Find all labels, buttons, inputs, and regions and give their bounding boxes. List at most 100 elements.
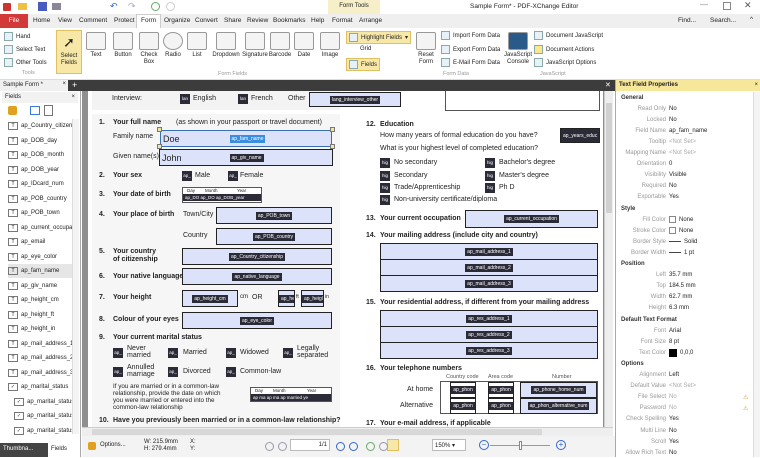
- widowed-checkbox[interactable]: ap_: [226, 348, 236, 358]
- never-married-checkbox[interactable]: ap_: [113, 348, 123, 358]
- radio-button[interactable]: Radio: [162, 32, 184, 59]
- tab-organize[interactable]: Organize: [164, 17, 190, 24]
- education-option-checkbox[interactable]: hig: [485, 158, 495, 168]
- property-value[interactable]: None: [679, 228, 693, 234]
- field-list-item[interactable]: Tap_mail_address_2: [8, 351, 73, 365]
- property-value[interactable]: Left: [669, 372, 679, 378]
- english-checkbox[interactable]: lan: [180, 94, 190, 104]
- eye-color-field[interactable]: ap_eye_color: [182, 312, 332, 329]
- field-options-icon[interactable]: [8, 106, 17, 115]
- field-list-item[interactable]: Tap_current_occupation: [8, 221, 73, 235]
- text-field-button[interactable]: Text: [86, 32, 106, 59]
- pob-town-field[interactable]: ap_POB_town: [216, 207, 332, 224]
- property-value[interactable]: No: [669, 405, 677, 411]
- redo-icon[interactable]: ↷: [128, 1, 136, 12]
- field-list-item[interactable]: Tap_height_ft: [8, 308, 73, 322]
- resize-handle[interactable]: [157, 127, 162, 132]
- tab-review[interactable]: Review: [247, 17, 268, 24]
- maximize-button[interactable]: [723, 2, 731, 10]
- native-language-field[interactable]: ap_native_language: [182, 268, 332, 285]
- years-education-field[interactable]: ap_years_educ: [560, 128, 600, 143]
- property-value[interactable]: No: [669, 183, 677, 189]
- tab-comment[interactable]: Comment: [79, 17, 107, 24]
- tab-fields[interactable]: Fields: [48, 443, 80, 457]
- forward-icon[interactable]: [166, 2, 175, 11]
- highlight-fields-button[interactable]: Highlight Fields ▾: [346, 31, 412, 44]
- property-value[interactable]: Yes: [669, 194, 679, 200]
- property-row[interactable]: Tooltip <Not Set>: [616, 136, 752, 147]
- home-country-code-field[interactable]: ap_phon: [450, 382, 476, 398]
- scroll-thumb[interactable]: [606, 103, 612, 213]
- fields-list-scrollbar[interactable]: [72, 119, 79, 434]
- options-button[interactable]: Options...: [100, 442, 126, 448]
- mail-address-3-field[interactable]: ap_mail_address_3: [380, 275, 598, 292]
- page-number-input[interactable]: 1/1: [290, 439, 330, 451]
- email-form-data[interactable]: E-Mail Form Data: [441, 58, 500, 67]
- forward-view-icon[interactable]: [379, 442, 388, 451]
- export-form-data[interactable]: Export Form Data: [441, 45, 500, 54]
- field-list-item[interactable]: Tap_DOB_day: [8, 134, 73, 148]
- property-value[interactable]: 8 pt: [669, 339, 679, 345]
- french-checkbox[interactable]: lan: [238, 94, 248, 104]
- occupation-field[interactable]: ap_current_occupation: [465, 210, 598, 228]
- legally-separated-checkbox[interactable]: ap_: [283, 348, 293, 358]
- close-button[interactable]: ✕: [744, 0, 752, 11]
- property-row[interactable]: Default Value <Not Set>: [616, 381, 752, 392]
- property-value[interactable]: 62.7 mm: [669, 294, 692, 300]
- field-list-item[interactable]: ✓ ap_marital_status: [14, 409, 79, 423]
- zoom-out-icon[interactable]: −: [479, 440, 489, 450]
- import-form-data[interactable]: Import Form Data: [441, 31, 500, 40]
- javascript-console-button[interactable]: JavaScript Console: [503, 32, 533, 65]
- prev-page-icon[interactable]: [278, 442, 287, 451]
- property-row[interactable]: Text Color 0,0,0: [616, 347, 752, 358]
- tab-format[interactable]: Format: [332, 17, 353, 24]
- section-header-default-text-format[interactable]: Default Text Format: [616, 314, 752, 325]
- education-option-checkbox[interactable]: hig: [380, 171, 390, 181]
- property-row[interactable]: Fill Color None: [616, 214, 752, 225]
- property-value[interactable]: 35.7 mm: [669, 272, 692, 278]
- common-law-checkbox[interactable]: ap_: [226, 367, 236, 377]
- resize-handle[interactable]: [330, 127, 335, 132]
- property-row[interactable]: Font Arial: [616, 325, 752, 336]
- property-row[interactable]: Exportable Yes: [616, 192, 752, 203]
- select-text-tool[interactable]: Select Text: [4, 45, 45, 54]
- property-value[interactable]: 0,0,0: [680, 350, 693, 356]
- fields-toggle[interactable]: Fields: [346, 58, 381, 71]
- field-list-item[interactable]: Tap_height_in: [8, 322, 73, 336]
- print-icon[interactable]: [52, 3, 61, 10]
- mail-address-1-field[interactable]: ap_mail_address_1: [380, 243, 598, 260]
- education-option-checkbox[interactable]: hig: [485, 183, 495, 193]
- res-address-2-field[interactable]: ap_res_address_2: [380, 326, 598, 343]
- back-icon[interactable]: [151, 2, 160, 11]
- undo-icon[interactable]: ↶: [110, 1, 118, 12]
- first-page-icon[interactable]: [265, 442, 274, 451]
- property-value[interactable]: Yes: [669, 416, 679, 422]
- alt-area-code-field[interactable]: ap_phon: [488, 398, 514, 414]
- select-fields-button[interactable]: ➚ Select Fields: [56, 30, 82, 74]
- property-row[interactable]: Check Spelling Yes: [616, 414, 752, 425]
- education-option-checkbox[interactable]: hig: [380, 158, 390, 168]
- tab-form[interactable]: Form: [141, 17, 156, 24]
- property-row[interactable]: Field Name ap_fam_name: [616, 125, 752, 136]
- section-header-general[interactable]: General: [616, 92, 752, 103]
- tab-convert[interactable]: Convert: [195, 17, 218, 24]
- property-value[interactable]: 1 pt: [684, 250, 694, 256]
- list-button[interactable]: List: [186, 32, 208, 59]
- property-value[interactable]: <Not Set>: [669, 383, 696, 389]
- field-list-item[interactable]: Tap_height_cm: [8, 293, 73, 307]
- property-value[interactable]: Solid: [684, 239, 697, 245]
- tab-view[interactable]: View: [58, 17, 72, 24]
- home-area-code-field[interactable]: ap_phon: [488, 382, 514, 398]
- property-row[interactable]: Width 62.7 mm: [616, 292, 752, 303]
- back-view-icon[interactable]: [366, 442, 375, 451]
- continuous-view-button[interactable]: [387, 439, 399, 451]
- property-value[interactable]: ap_fam_name: [669, 128, 707, 134]
- citizenship-field[interactable]: ap_Country_citizenship: [182, 248, 332, 265]
- image-button[interactable]: Image: [318, 32, 342, 59]
- field-list-item[interactable]: Tap_giv_name: [8, 279, 73, 293]
- close-panel-icon[interactable]: ×: [754, 82, 758, 88]
- field-list-item[interactable]: Tap_mail_address_3: [8, 366, 73, 380]
- open-icon[interactable]: [18, 3, 27, 10]
- property-row[interactable]: Password No ⚠: [616, 403, 752, 414]
- other-tools[interactable]: Other Tools: [4, 58, 47, 67]
